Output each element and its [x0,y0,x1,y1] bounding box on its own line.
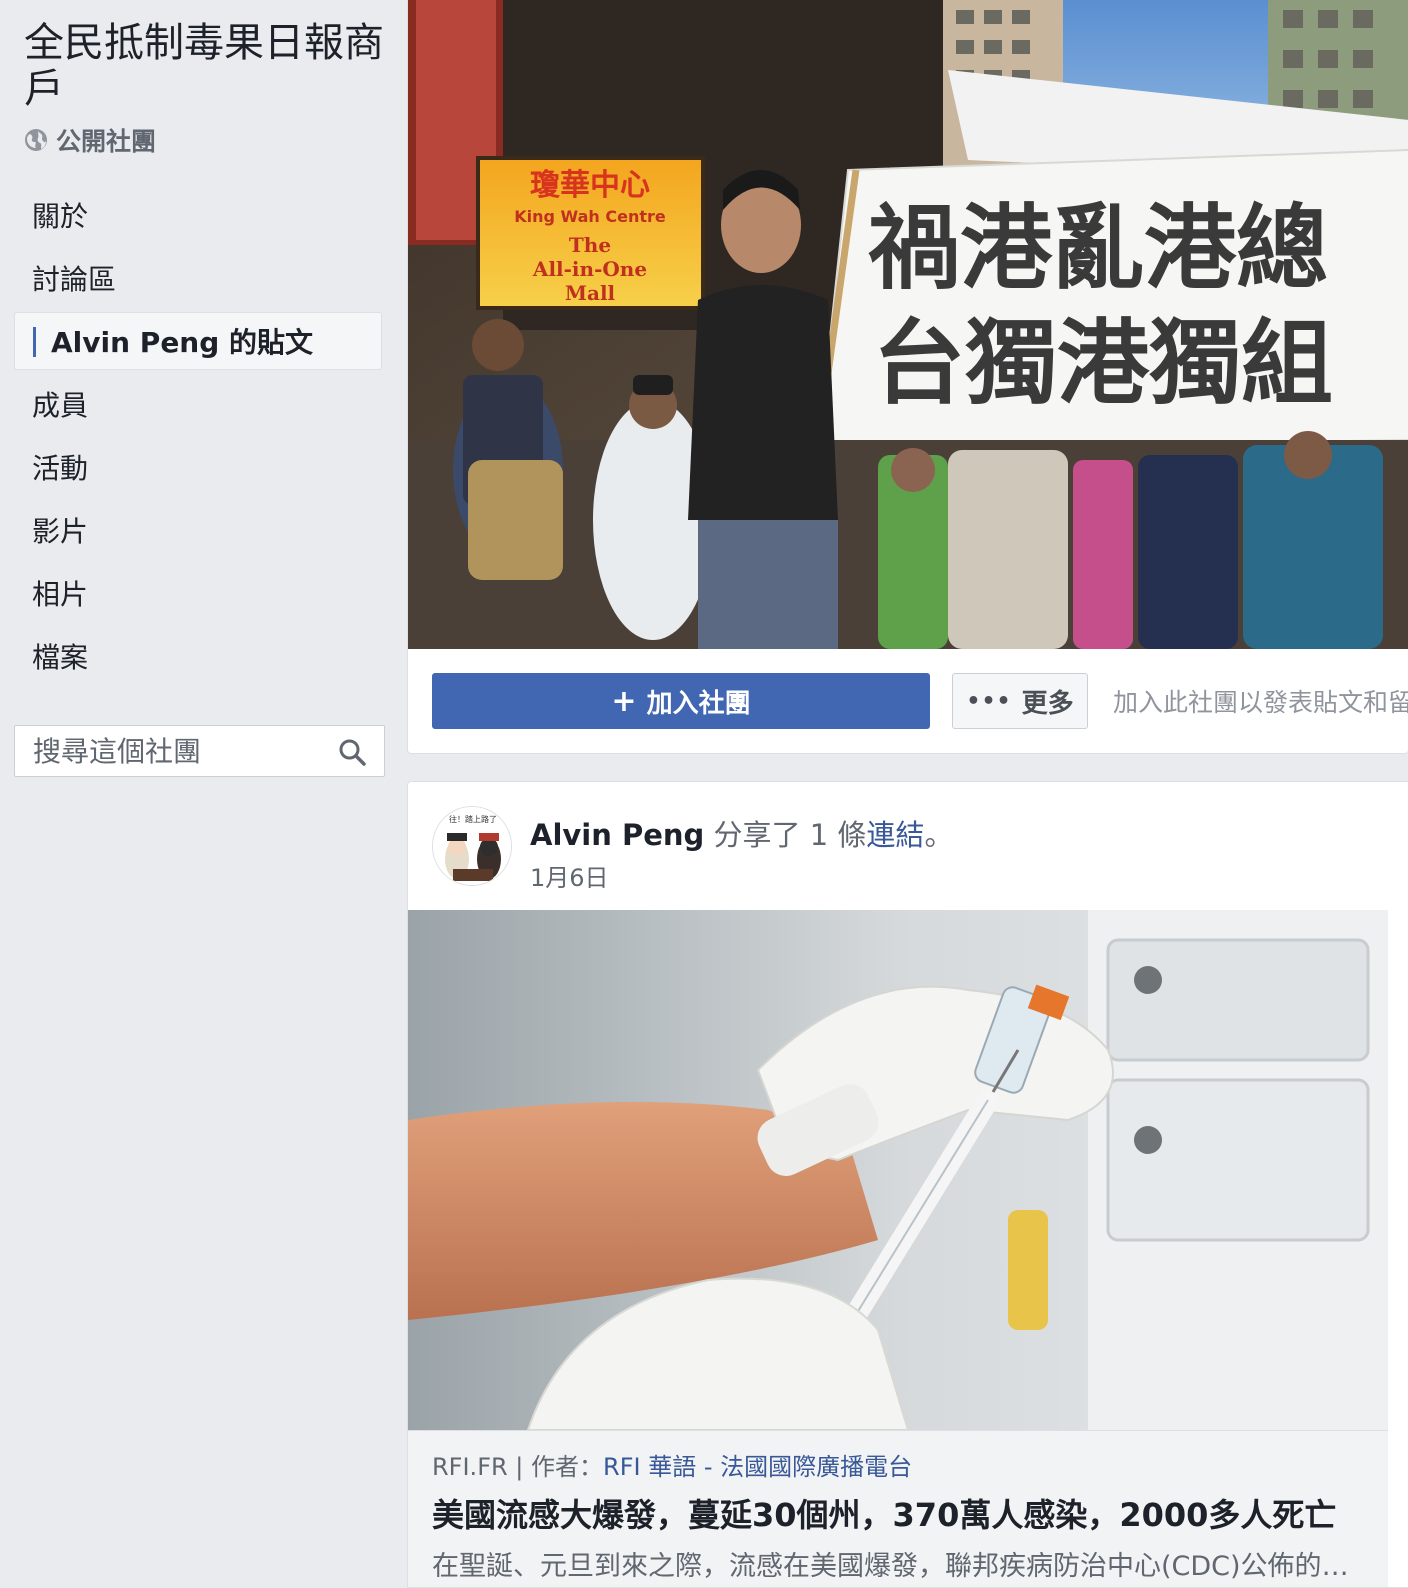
plus-icon: + [611,683,637,719]
nav-item-label: 成員 [32,389,89,422]
sign-english-text: King Wah Centre [514,207,666,226]
group-cover-card: 瓊華中心 King Wah Centre The All-in-One Mall… [407,0,1408,754]
sign-english-line4: Mall [565,281,616,305]
banner-line1-text: 禍港亂港總 [868,194,1328,302]
link-preview-description: 在聖誕、元旦到來之際，流感在美國爆發，聯邦疾病防治中心(CDC)公佈的最新數據顯… [432,1551,1364,1582]
link-preview-author-prefix: 作者： [531,1453,604,1481]
link-preview-source: RFI.FR | 作者：RFI 華語 - 法國國際廣播電台 [432,1447,1364,1482]
post-card: 往！踏上路了 Alvin Peng 分享了 1 條連結。 1月6日 RFI.FR… [407,781,1408,1588]
post-timestamp[interactable]: 1月6日 [530,858,609,893]
syringe-photo [408,910,1388,1430]
link-preview-separator: | [507,1453,532,1481]
nav-item-label: Alvin Peng 的貼文 [51,326,314,359]
group-search-box [14,725,385,777]
group-search-input[interactable] [33,734,323,768]
group-nav: 關於 討論區 Alvin Peng 的貼文 成員 活動 影片 相片 檔案 [14,186,382,690]
search-icon[interactable] [338,738,366,766]
join-group-button[interactable]: + 加入社團 [432,673,930,729]
group-actions-bar: + 加入社團 ••• 更多 加入此社團以發表貼文和留言 [408,649,1408,753]
group-privacy-label: 公開社團 [56,127,157,156]
ellipsis-icon: ••• [966,688,1012,714]
more-button[interactable]: ••• 更多 [952,673,1088,729]
join-hint-text: 加入此社團以發表貼文和留言 [1113,688,1408,717]
post-link-word[interactable]: 連結 [866,818,924,852]
nav-item-member-posts[interactable]: Alvin Peng 的貼文 [14,312,382,370]
sign-chinese-text: 瓊華中心 [530,168,650,203]
nav-item-label: 討論區 [32,263,117,296]
post-shared-text: 分享了 1 條 [713,818,867,852]
avatar-caption: 往！踏上路了 [449,814,497,824]
cover-photo[interactable]: 瓊華中心 King Wah Centre The All-in-One Mall… [408,0,1408,649]
avatar-image: 往！踏上路了 [433,807,511,885]
post-author-link[interactable]: Alvin Peng [530,818,704,852]
join-group-label: 加入社團 [646,688,751,719]
avatar[interactable]: 往！踏上路了 [432,806,512,886]
nav-item-videos[interactable]: 影片 [14,501,382,559]
sign-english-line3: All-in-One [532,257,647,281]
post-meta-line: Alvin Peng 分享了 1 條連結。 [530,812,953,854]
cover-photo-image: 瓊華中心 King Wah Centre The All-in-One Mall… [408,0,1408,649]
globe-icon [25,129,47,151]
nav-item-label: 活動 [32,452,89,485]
nav-item-label: 檔案 [32,641,89,674]
group-sidebar: 全民抵制毒果日報商戶 公開社團 關於 討論區 Alvin Peng 的貼文 成員… [0,0,403,1588]
nav-item-photos[interactable]: 相片 [14,564,382,622]
group-title[interactable]: 全民抵制毒果日報商戶 [24,20,384,112]
nav-item-members[interactable]: 成員 [14,375,382,433]
link-preview-image[interactable] [408,910,1388,1430]
nav-item-about[interactable]: 關於 [14,186,382,244]
link-preview-domain: RFI.FR [432,1453,508,1481]
sign-english-line2: The [569,233,611,257]
nav-item-label: 相片 [32,578,89,611]
nav-item-events[interactable]: 活動 [14,438,382,496]
banner-line2-text: 台獨港獨組 [873,309,1333,417]
more-label: 更多 [1021,688,1074,719]
nav-item-discussion[interactable]: 討論區 [14,249,382,307]
link-preview-author-link[interactable]: RFI 華語 - 法國國際廣播電台 [603,1453,912,1481]
link-preview-card[interactable]: RFI.FR | 作者：RFI 華語 - 法國國際廣播電台 美國流感大爆發，蔓延… [408,1430,1388,1587]
link-preview-title[interactable]: 美國流感大爆發，蔓延30個州，370萬人感染，2000多人死亡 [432,1490,1364,1536]
group-privacy: 公開社團 [24,122,156,158]
nav-item-label: 影片 [32,515,89,548]
nav-item-files[interactable]: 檔案 [14,627,382,685]
nav-item-label: 關於 [32,200,89,233]
post-header: 往！踏上路了 Alvin Peng 分享了 1 條連結。 1月6日 [408,782,1408,910]
post-period: 。 [924,818,954,852]
